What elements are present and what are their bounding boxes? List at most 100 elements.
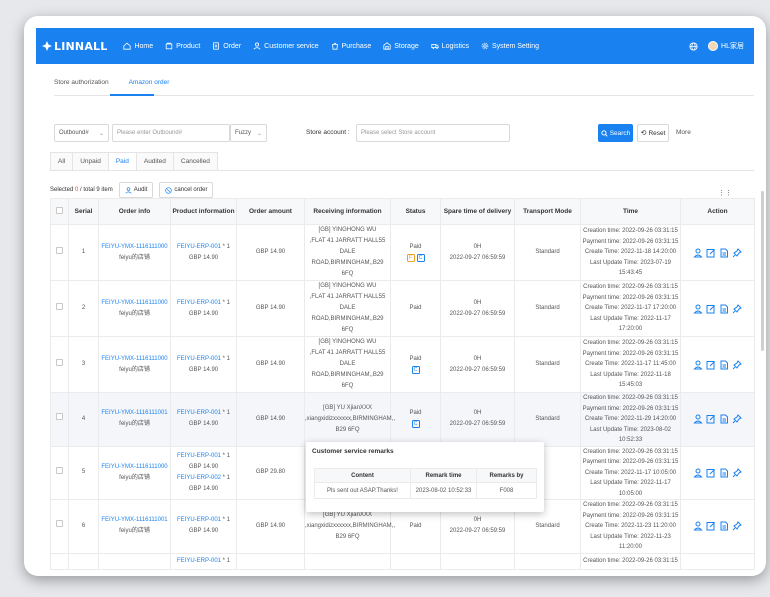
status-text: Paid — [409, 305, 422, 311]
column-settings-icon[interactable]: ⋮⋮ — [718, 189, 732, 197]
row-checkbox[interactable] — [56, 413, 63, 421]
user-menu[interactable]: HL家居 — [708, 41, 744, 51]
nav-item-customer-service[interactable]: Customer service — [253, 42, 319, 50]
pin-icon[interactable] — [732, 414, 742, 424]
status-tab-cancelled[interactable]: Cancelled — [172, 152, 218, 171]
table-row[interactable]: FEIYU-ERP-001 * 1 Creation time: 2022-09-… — [50, 552, 755, 570]
product-sku-link[interactable]: FEIYU-ERP-001 — [177, 517, 221, 523]
order-id-link[interactable]: FEIYU-YMX-1116111000 — [99, 462, 170, 473]
edit-icon[interactable] — [706, 521, 716, 531]
row-checkbox[interactable] — [56, 302, 63, 310]
cancel-order-button[interactable]: cancel order — [159, 182, 214, 198]
globe-icon[interactable] — [689, 41, 698, 51]
status-tag-badge[interactable]: C — [411, 365, 420, 374]
product-sku-link[interactable]: FEIYU-ERP-001 — [177, 300, 221, 306]
tab-amazon-order[interactable]: Amazon order — [129, 79, 170, 86]
nav-item-logistics[interactable]: Logistics — [431, 42, 469, 50]
document-icon[interactable] — [719, 248, 729, 258]
user-name: HL家居 — [721, 43, 744, 50]
product-info-cell: FEIYU-ERP-001 * 1 GBP 14.90 — [170, 392, 237, 447]
action-cell — [680, 552, 755, 570]
customer-service-icon[interactable] — [693, 248, 703, 258]
row-checkbox[interactable] — [56, 520, 63, 528]
status-tab-unpaid[interactable]: Unpaid — [72, 152, 108, 171]
row-checkbox[interactable] — [56, 246, 63, 254]
app-window: LINNALL Home Product Order Customer service… — [24, 16, 766, 576]
home-icon — [123, 42, 132, 50]
nav-item-purchase[interactable]: Purchase — [331, 42, 371, 50]
nav-item-system-setting[interactable]: System Setting — [481, 42, 539, 50]
nav-item-order[interactable]: Order — [212, 42, 241, 50]
keyword-input[interactable]: Please enter Outbound# — [112, 124, 230, 142]
document-icon[interactable] — [719, 521, 729, 531]
document-icon[interactable] — [719, 414, 729, 424]
edit-icon[interactable] — [706, 304, 716, 314]
more-filters-link[interactable]: More — [676, 129, 691, 136]
tab-store-authorization[interactable]: Store authorization — [54, 79, 109, 86]
vertical-scrollbar[interactable] — [761, 191, 764, 351]
row-select-cell — [50, 336, 69, 393]
order-id-link[interactable]: FEIYU-YMX-1116111000 — [99, 298, 170, 309]
document-icon[interactable] — [719, 304, 729, 314]
status-tag-badge[interactable]: C — [416, 253, 425, 262]
table-row[interactable]: 2 FEIYU-YMX-1116111000 feiyu的店铺 FEIYU-ERP-0… — [50, 280, 755, 337]
edit-icon[interactable] — [706, 468, 716, 478]
product-sku-link[interactable]: FEIYU-ERP-002 — [177, 475, 221, 481]
sub-tabs: Store authorization Amazon order — [54, 79, 169, 86]
customer-service-icon[interactable] — [693, 468, 703, 478]
search-button[interactable]: Search — [598, 124, 633, 142]
product-sku-link[interactable]: FEIYU-ERP-001 — [177, 410, 221, 416]
select-all-checkbox[interactable] — [56, 207, 63, 214]
audit-button[interactable]: Audit — [118, 182, 154, 198]
order-id-link[interactable]: FEIYU-YMX-1116111001 — [99, 408, 170, 419]
customer-service-icon[interactable] — [693, 521, 703, 531]
time-line: Last Update Time: 2022-11-17 10:05:00 — [590, 480, 671, 497]
pin-icon[interactable] — [732, 247, 742, 258]
store-account-select[interactable]: Please select Store account — [356, 124, 510, 142]
search-type-select[interactable]: Outbound# ⌄ — [54, 124, 109, 142]
nav-item-home[interactable]: Home — [123, 42, 153, 50]
edit-icon[interactable] — [706, 360, 716, 370]
pin-icon[interactable] — [732, 303, 742, 314]
edit-icon[interactable] — [706, 248, 716, 258]
edit-icon[interactable] — [706, 414, 716, 424]
product-sku-link[interactable]: FEIYU-ERP-001 — [177, 453, 221, 459]
status-tab-audited[interactable]: Audited — [135, 152, 173, 171]
order-id-link[interactable]: FEIYU-YMX-1116111001 — [99, 515, 170, 526]
remarks-popover: Customer service remarks Content Remark … — [306, 442, 544, 512]
nav-item-label: Storage — [394, 42, 419, 50]
time-line: Creation time: 2022-09-26 03:31:15 — [583, 284, 678, 291]
row-checkbox[interactable] — [56, 358, 63, 366]
remarks-col-time: Remark time — [410, 468, 477, 483]
status-tag-badge[interactable]: C — [411, 420, 420, 429]
reset-button-label: Reset — [648, 129, 666, 137]
brand-logo[interactable]: LINNALL — [42, 40, 107, 53]
product-sku-link[interactable]: FEIYU-ERP-001 — [177, 356, 221, 362]
nav-item-storage[interactable]: Storage — [383, 42, 419, 50]
time-line: Last Update Time: 2023-07-19 15:43:45 — [589, 259, 672, 277]
status-tag-badge[interactable]: F — [406, 253, 415, 262]
order-id-link[interactable]: FEIYU-YMX-1116111000 — [99, 242, 170, 253]
document-icon[interactable] — [719, 468, 729, 478]
status-tab-all[interactable]: All — [50, 152, 73, 171]
pin-icon[interactable] — [732, 521, 742, 531]
serial-cell: 5 — [68, 445, 99, 500]
table-row[interactable]: 4 FEIYU-YMX-1116111001 feiyu的店铺 FEIYU-ERP-0… — [50, 392, 755, 447]
customer-service-icon[interactable] — [693, 304, 703, 314]
document-icon[interactable] — [719, 360, 729, 370]
customer-service-icon[interactable] — [693, 360, 703, 370]
table-row[interactable]: 3 FEIYU-YMX-1116111000 feiyu的店铺 FEIYU-ERP-0… — [50, 336, 755, 393]
order-info-cell: FEIYU-YMX-1116111000 feiyu的店铺 — [98, 280, 171, 337]
nav-item-product[interactable]: Product — [165, 42, 200, 50]
pin-icon[interactable] — [732, 359, 742, 370]
customer-service-icon[interactable] — [693, 414, 703, 424]
status-tab-paid[interactable]: Paid — [107, 152, 136, 171]
product-sku-link[interactable]: FEIYU-ERP-001 — [177, 244, 221, 250]
reset-button[interactable]: ⟲ Reset — [637, 124, 669, 142]
match-mode-select[interactable]: Fuzzy ⌄ — [230, 124, 267, 142]
row-checkbox[interactable] — [56, 466, 63, 474]
pin-icon[interactable] — [732, 467, 742, 478]
product-sku-link[interactable]: FEIYU-ERP-001 — [177, 558, 221, 564]
order-id-link[interactable]: FEIYU-YMX-1116111000 — [99, 354, 170, 365]
table-row[interactable]: 1 FEIYU-YMX-1116111000 feiyu的店铺 FEIYU-ERP-0… — [50, 224, 755, 281]
